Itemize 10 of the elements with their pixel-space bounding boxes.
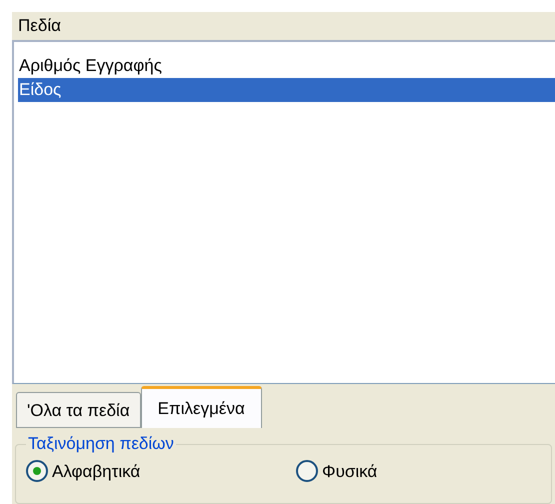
list-item[interactable]: Αριθμός Εγγραφής bbox=[18, 54, 555, 78]
radio-button[interactable] bbox=[26, 460, 48, 482]
list-item[interactable]: Είδος bbox=[18, 78, 555, 102]
radio-label: Φυσικά bbox=[322, 460, 378, 482]
fields-list[interactable]: Αριθμός Εγγραφής Είδος bbox=[12, 42, 555, 384]
group-title: Ταξινόμηση πεδίων bbox=[27, 434, 175, 454]
radio-button[interactable] bbox=[296, 460, 318, 482]
tab[interactable]: Επιλεγμένα bbox=[140, 386, 262, 428]
tab[interactable]: 'Ολα τα πεδία bbox=[16, 392, 141, 428]
radio-label: Αλφαβητικά bbox=[52, 460, 140, 482]
